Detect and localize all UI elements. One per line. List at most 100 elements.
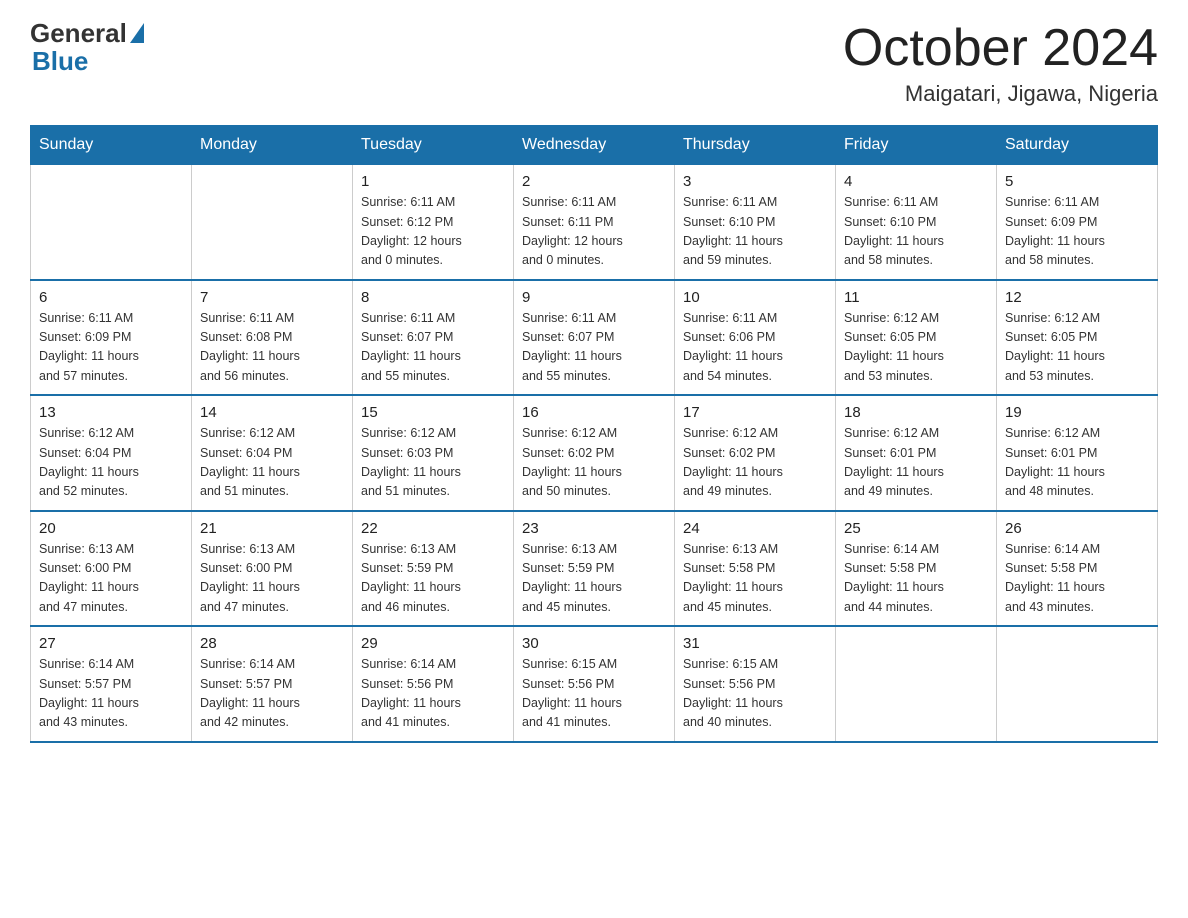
day-info: Sunrise: 6:14 AM Sunset: 5:58 PM Dayligh…: [1005, 540, 1149, 618]
day-number: 18: [844, 404, 988, 421]
day-number: 1: [361, 173, 505, 190]
day-number: 11: [844, 289, 988, 306]
day-number: 24: [683, 520, 827, 537]
calendar-cell: 27 Sunrise: 6:14 AM Sunset: 5:57 PM Dayli…: [31, 626, 192, 742]
calendar-cell: 29 Sunrise: 6:14 AM Sunset: 5:56 PM Dayli…: [353, 626, 514, 742]
calendar-cell: 2 Sunrise: 6:11 AM Sunset: 6:11 PM Daylig…: [514, 165, 675, 280]
week-row: 1 Sunrise: 6:11 AM Sunset: 6:12 PM Daylig…: [31, 165, 1158, 280]
day-number: 31: [683, 635, 827, 652]
day-number: 2: [522, 173, 666, 190]
week-row: 13 Sunrise: 6:12 AM Sunset: 6:04 PM Dayli…: [31, 395, 1158, 511]
day-number: 29: [361, 635, 505, 652]
week-row: 20Sunrise: 6:13 AM Sunset: 6:00 PM Dayli…: [31, 511, 1158, 627]
calendar-cell: 3 Sunrise: 6:11 AM Sunset: 6:10 PM Daylig…: [675, 165, 836, 280]
column-header-tuesday: Tuesday: [353, 126, 514, 165]
column-header-saturday: Saturday: [997, 126, 1158, 165]
day-info: Sunrise: 6:12 AM Sunset: 6:04 PM Dayligh…: [200, 424, 344, 502]
day-info: Sunrise: 6:11 AM Sunset: 6:06 PM Dayligh…: [683, 309, 827, 387]
day-number: 13: [39, 404, 183, 421]
day-info: Sunrise: 6:11 AM Sunset: 6:12 PM Dayligh…: [361, 193, 505, 271]
calendar-cell: 13Sunrise: 6:12 AM Sunset: 6:04 PM Dayli…: [31, 395, 192, 511]
day-info: Sunrise: 6:12 AM Sunset: 6:01 PM Dayligh…: [1005, 424, 1149, 502]
calendar-cell: 4 Sunrise: 6:11 AM Sunset: 6:10 PM Daylig…: [836, 165, 997, 280]
day-number: 4: [844, 173, 988, 190]
logo-triangle-icon: [130, 23, 144, 43]
day-number: 9: [522, 289, 666, 306]
calendar-cell: 18 Sunrise: 6:12 AM Sunset: 6:01 PM Dayli…: [836, 395, 997, 511]
column-header-thursday: Thursday: [675, 126, 836, 165]
calendar-body: 1 Sunrise: 6:11 AM Sunset: 6:12 PM Daylig…: [31, 165, 1158, 742]
calendar-subtitle: Maigatari, Jigawa, Nigeria: [843, 81, 1158, 107]
logo-general-text: General: [30, 20, 127, 46]
calendar-cell: 14 Sunrise: 6:12 AM Sunset: 6:04 PM Dayli…: [192, 395, 353, 511]
calendar-cell: 19 Sunrise: 6:12 AM Sunset: 6:01 PM Dayli…: [997, 395, 1158, 511]
day-info: Sunrise: 6:11 AM Sunset: 6:07 PM Dayligh…: [522, 309, 666, 387]
day-info: Sunrise: 6:12 AM Sunset: 6:05 PM Dayligh…: [1005, 309, 1149, 387]
calendar-cell: 28Sunrise: 6:14 AM Sunset: 5:57 PM Dayli…: [192, 626, 353, 742]
day-info: Sunrise: 6:13 AM Sunset: 5:59 PM Dayligh…: [522, 540, 666, 618]
day-info: Sunrise: 6:12 AM Sunset: 6:01 PM Dayligh…: [844, 424, 988, 502]
column-header-wednesday: Wednesday: [514, 126, 675, 165]
day-info: Sunrise: 6:12 AM Sunset: 6:05 PM Dayligh…: [844, 309, 988, 387]
calendar-cell: [31, 165, 192, 280]
day-info: Sunrise: 6:15 AM Sunset: 5:56 PM Dayligh…: [683, 655, 827, 733]
day-info: Sunrise: 6:11 AM Sunset: 6:09 PM Dayligh…: [1005, 193, 1149, 271]
day-number: 19: [1005, 404, 1149, 421]
calendar-cell: 11 Sunrise: 6:12 AM Sunset: 6:05 PM Dayli…: [836, 280, 997, 396]
day-number: 3: [683, 173, 827, 190]
day-number: 10: [683, 289, 827, 306]
day-info: Sunrise: 6:12 AM Sunset: 6:02 PM Dayligh…: [683, 424, 827, 502]
column-header-monday: Monday: [192, 126, 353, 165]
day-number: 12: [1005, 289, 1149, 306]
day-info: Sunrise: 6:13 AM Sunset: 5:59 PM Dayligh…: [361, 540, 505, 618]
column-header-friday: Friday: [836, 126, 997, 165]
day-info: Sunrise: 6:11 AM Sunset: 6:11 PM Dayligh…: [522, 193, 666, 271]
calendar-cell: 15Sunrise: 6:12 AM Sunset: 6:03 PM Dayli…: [353, 395, 514, 511]
day-number: 22: [361, 520, 505, 537]
week-row: 27 Sunrise: 6:14 AM Sunset: 5:57 PM Dayli…: [31, 626, 1158, 742]
day-number: 23: [522, 520, 666, 537]
calendar-cell: 12 Sunrise: 6:12 AM Sunset: 6:05 PM Dayli…: [997, 280, 1158, 396]
day-number: 7: [200, 289, 344, 306]
day-number: 16: [522, 404, 666, 421]
day-info: Sunrise: 6:14 AM Sunset: 5:57 PM Dayligh…: [200, 655, 344, 733]
calendar-cell: 22 Sunrise: 6:13 AM Sunset: 5:59 PM Dayli…: [353, 511, 514, 627]
calendar-cell: 30 Sunrise: 6:15 AM Sunset: 5:56 PM Dayli…: [514, 626, 675, 742]
day-number: 17: [683, 404, 827, 421]
day-info: Sunrise: 6:14 AM Sunset: 5:56 PM Dayligh…: [361, 655, 505, 733]
day-info: Sunrise: 6:14 AM Sunset: 5:57 PM Dayligh…: [39, 655, 183, 733]
day-info: Sunrise: 6:13 AM Sunset: 5:58 PM Dayligh…: [683, 540, 827, 618]
day-number: 27: [39, 635, 183, 652]
calendar-cell: 8Sunrise: 6:11 AM Sunset: 6:07 PM Daylig…: [353, 280, 514, 396]
day-number: 26: [1005, 520, 1149, 537]
calendar-cell: 21 Sunrise: 6:13 AM Sunset: 6:00 PM Dayli…: [192, 511, 353, 627]
logo: General Blue: [30, 20, 144, 77]
day-number: 14: [200, 404, 344, 421]
title-block: October 2024 Maigatari, Jigawa, Nigeria: [843, 20, 1158, 107]
calendar-cell: 6Sunrise: 6:11 AM Sunset: 6:09 PM Daylig…: [31, 280, 192, 396]
calendar-cell: [192, 165, 353, 280]
day-info: Sunrise: 6:13 AM Sunset: 6:00 PM Dayligh…: [200, 540, 344, 618]
day-info: Sunrise: 6:15 AM Sunset: 5:56 PM Dayligh…: [522, 655, 666, 733]
calendar-cell: 26 Sunrise: 6:14 AM Sunset: 5:58 PM Dayli…: [997, 511, 1158, 627]
calendar-cell: [836, 626, 997, 742]
day-info: Sunrise: 6:11 AM Sunset: 6:10 PM Dayligh…: [683, 193, 827, 271]
calendar-title: October 2024: [843, 20, 1158, 77]
day-info: Sunrise: 6:12 AM Sunset: 6:02 PM Dayligh…: [522, 424, 666, 502]
day-info: Sunrise: 6:14 AM Sunset: 5:58 PM Dayligh…: [844, 540, 988, 618]
calendar-cell: 17 Sunrise: 6:12 AM Sunset: 6:02 PM Dayli…: [675, 395, 836, 511]
calendar-cell: 1 Sunrise: 6:11 AM Sunset: 6:12 PM Daylig…: [353, 165, 514, 280]
calendar-cell: 10 Sunrise: 6:11 AM Sunset: 6:06 PM Dayli…: [675, 280, 836, 396]
calendar-table: SundayMondayTuesdayWednesdayThursdayFrid…: [30, 125, 1158, 743]
logo-blue-text: Blue: [32, 46, 88, 77]
day-number: 8: [361, 289, 505, 306]
column-header-sunday: Sunday: [31, 126, 192, 165]
day-number: 21: [200, 520, 344, 537]
calendar-cell: 20Sunrise: 6:13 AM Sunset: 6:00 PM Dayli…: [31, 511, 192, 627]
day-info: Sunrise: 6:12 AM Sunset: 6:03 PM Dayligh…: [361, 424, 505, 502]
day-number: 5: [1005, 173, 1149, 190]
day-info: Sunrise: 6:11 AM Sunset: 6:10 PM Dayligh…: [844, 193, 988, 271]
day-number: 30: [522, 635, 666, 652]
calendar-cell: 7Sunrise: 6:11 AM Sunset: 6:08 PM Daylig…: [192, 280, 353, 396]
week-row: 6Sunrise: 6:11 AM Sunset: 6:09 PM Daylig…: [31, 280, 1158, 396]
